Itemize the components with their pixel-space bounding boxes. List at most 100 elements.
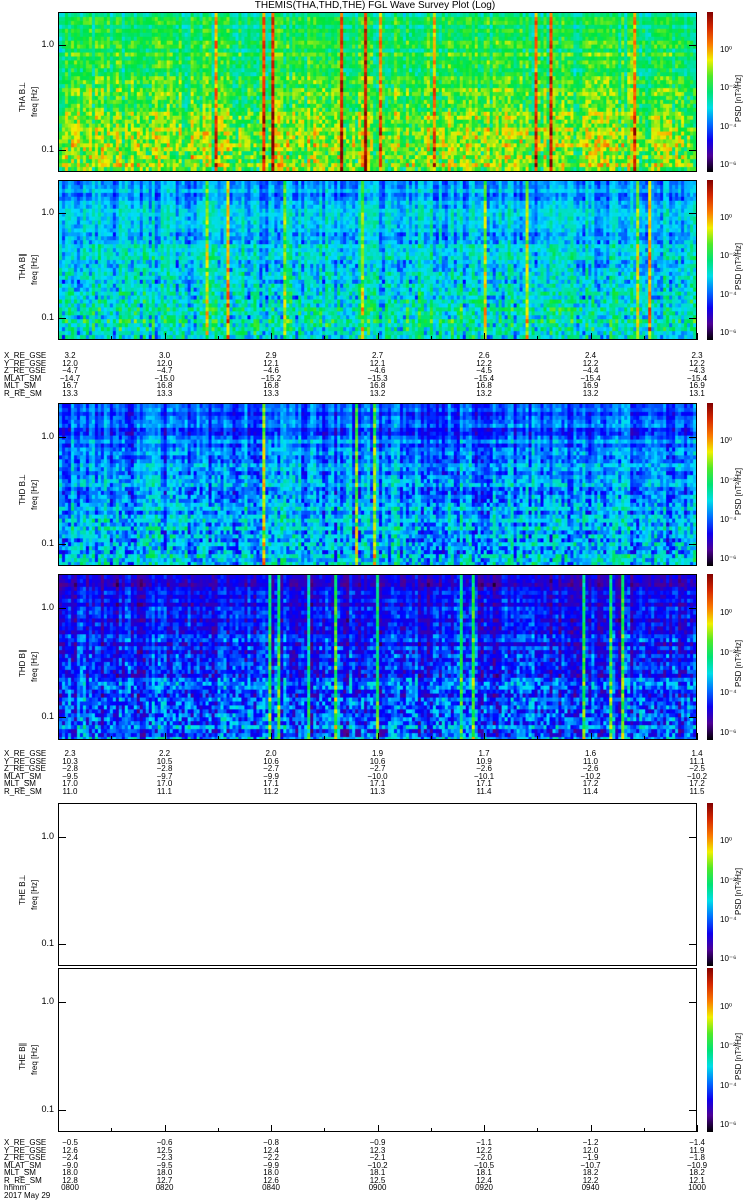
- ephemeris-value: 13.3: [156, 388, 173, 398]
- time-tick-label: 0920: [475, 1183, 493, 1192]
- ephemeris-label: R_RE_SM: [4, 388, 42, 398]
- x-tick-mark: [164, 1125, 166, 1132]
- y-tick-mark: [58, 318, 66, 320]
- y-tick-label: 1.0: [41, 430, 54, 441]
- panel-label: THD B∥: [18, 649, 27, 677]
- panel-label: THE B∥: [18, 1042, 27, 1070]
- colorbar-label: PSD [nT²/Hz]: [734, 467, 743, 515]
- colorbar: [707, 403, 713, 566]
- date-label: 2017 May 29: [4, 1190, 51, 1200]
- y-tick-label: 1.0: [41, 830, 54, 841]
- x-tick-mark: [377, 333, 379, 340]
- x-tick-mark: [164, 733, 166, 740]
- x-tick-mark: [643, 336, 645, 340]
- y-tick-label: 1.0: [41, 602, 54, 613]
- ephemeris-value: 11.2: [263, 786, 279, 796]
- colorbar-label: PSD [nT²/Hz]: [734, 639, 743, 687]
- plot-title: THEMIS(THA,THD,THE) FGL Wave Survey Plot…: [254, 0, 496, 11]
- y-tick-label: 0.1: [41, 537, 54, 548]
- ephemeris-value: 13.2: [476, 388, 492, 398]
- colorbar-label: PSD [nT²/Hz]: [734, 867, 743, 915]
- x-tick-mark: [324, 1128, 326, 1132]
- x-tick-mark: [377, 1125, 379, 1132]
- x-tick-mark: [271, 1125, 272, 1132]
- panel-label: THA B∥: [18, 252, 27, 280]
- colorbar-tick-label: 10⁻⁴: [720, 1080, 737, 1090]
- y-tick-mark: [689, 836, 697, 838]
- y-tick-mark: [58, 943, 66, 945]
- time-tick-label: 1000: [688, 1183, 706, 1192]
- colorbar-tick-label: 10⁻⁶: [720, 1120, 737, 1130]
- spectrogram-image: [59, 575, 696, 739]
- spectrogram-image: [59, 181, 696, 339]
- y-tick-mark: [689, 318, 697, 320]
- colorbar: [707, 12, 713, 172]
- y-tick-label: 0.1: [41, 937, 54, 948]
- y-tick-mark: [689, 1001, 697, 1003]
- colorbar-tick-label: 10⁰: [720, 836, 733, 846]
- x-tick-mark: [537, 336, 539, 340]
- x-tick-mark: [697, 333, 698, 340]
- spectrogram-panel-5: [58, 803, 697, 966]
- y-tick-mark: [689, 45, 697, 46]
- colorbar-tick-label: 10⁻⁶: [720, 554, 737, 564]
- x-tick-mark: [324, 736, 326, 740]
- colorbar: [707, 180, 713, 340]
- colorbar-tick-label: 10⁰: [720, 608, 733, 617]
- wave-survey-plot: THEMIS(THA,THD,THE) FGL Wave Survey Plot…: [0, 0, 750, 1200]
- x-tick-mark: [484, 333, 485, 340]
- freq-axis-label: freq [Hz]: [30, 86, 39, 117]
- y-tick-mark: [689, 543, 697, 545]
- freq-axis-label: freq [Hz]: [30, 1044, 39, 1075]
- ephemeris-value: 11.4: [476, 786, 492, 796]
- ephemeris-value: 11.3: [370, 786, 385, 796]
- x-tick-mark: [377, 733, 379, 740]
- y-tick-label: 0.1: [41, 711, 54, 722]
- time-tick-label: 0800: [61, 1183, 79, 1192]
- time-tick-label: 0900: [368, 1183, 387, 1192]
- ephemeris-value: 11.0: [62, 786, 78, 796]
- colorbar-tick-label: 10⁰: [720, 1001, 733, 1011]
- x-tick-mark: [697, 1125, 698, 1132]
- freq-axis-label: freq [Hz]: [30, 651, 39, 682]
- y-tick-mark: [58, 717, 66, 719]
- x-tick-mark: [484, 733, 485, 740]
- y-tick-label: 0.1: [41, 144, 54, 155]
- colorbar: [707, 803, 713, 966]
- y-tick-mark: [58, 836, 66, 838]
- x-tick-mark: [271, 333, 272, 340]
- spectrogram-panel-3: [58, 403, 697, 566]
- x-tick-mark: [111, 1128, 113, 1132]
- x-tick-mark: [484, 1125, 485, 1132]
- colorbar-tick-label: 10⁻⁴: [720, 914, 737, 924]
- spectrogram-panel-4: [58, 574, 697, 740]
- y-tick-mark: [58, 608, 66, 610]
- x-tick-mark: [430, 736, 432, 740]
- ephemeris-value: 11.5: [689, 786, 705, 796]
- spectrogram-panel-2: [58, 180, 697, 340]
- y-tick-mark: [689, 608, 697, 610]
- x-tick-mark: [164, 333, 166, 340]
- colorbar-label: PSD [nT²/Hz]: [734, 1032, 743, 1080]
- spectrogram-image: [59, 404, 696, 565]
- colorbar-tick-label: 10⁰: [720, 44, 733, 54]
- y-tick-mark: [58, 436, 66, 438]
- x-tick-mark: [271, 733, 272, 740]
- y-tick-mark: [689, 213, 697, 214]
- colorbar-tick-label: 10⁻⁴: [720, 688, 737, 697]
- x-tick-mark: [58, 733, 59, 740]
- x-tick-mark: [537, 736, 539, 740]
- x-tick-mark: [217, 1128, 219, 1132]
- y-tick-mark: [689, 1109, 697, 1111]
- x-tick-mark: [590, 733, 592, 740]
- x-tick-mark: [217, 736, 219, 740]
- spectrogram-panel-1: [58, 12, 697, 172]
- time-tick-label: 0840: [262, 1183, 280, 1192]
- ephemeris-value: 13.2: [582, 388, 599, 398]
- colorbar-tick-label: 10⁰: [720, 436, 733, 446]
- colorbar-tick-label: 10⁻⁴: [720, 514, 737, 524]
- colorbar-label: PSD [nT²/Hz]: [734, 74, 743, 122]
- y-tick-label: 1.0: [41, 39, 54, 49]
- x-tick-mark: [537, 1128, 539, 1132]
- y-tick-label: 0.1: [41, 1103, 54, 1114]
